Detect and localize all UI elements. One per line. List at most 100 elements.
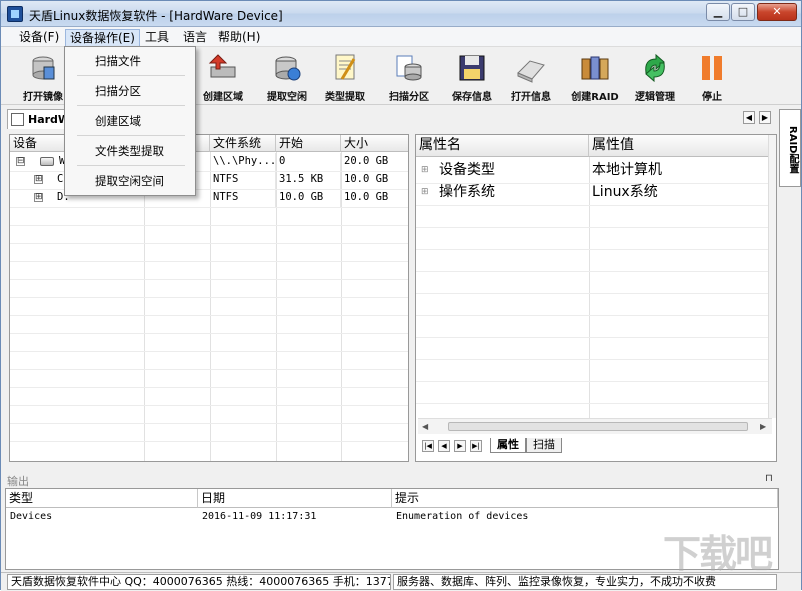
raid-config-side-tab[interactable]: RAID配置	[779, 109, 801, 187]
app-icon	[7, 6, 23, 22]
column-header-start[interactable]: 开始	[276, 135, 341, 152]
column-header-property-value[interactable]: 属性值	[589, 135, 769, 157]
scan-partition-icon	[396, 55, 422, 81]
output-date-cell: 2016-11-09 11:17:31	[202, 511, 317, 522]
menu-separator	[77, 165, 185, 166]
output-message-cell: Enumeration of devices	[396, 511, 529, 522]
open-info-icon	[517, 60, 545, 83]
row-divider	[10, 279, 408, 280]
menu-device[interactable]: 设备(F)	[15, 29, 63, 47]
property-value-cell: 本地计算机	[592, 162, 662, 178]
pin-icon[interactable]: ⊓	[765, 473, 773, 484]
column-header-type[interactable]: 类型	[6, 489, 198, 508]
menu-device-operations[interactable]: 设备操作(E)	[65, 29, 140, 47]
stop-icon	[702, 56, 722, 80]
tab-properties[interactable]: 属性	[490, 438, 526, 453]
horizontal-scrollbar[interactable]: ◀ ▶	[418, 418, 772, 434]
menu-help[interactable]: 帮助(H)	[214, 29, 264, 47]
next-tab-icon[interactable]: ▶	[454, 440, 466, 452]
create-raid-button[interactable]: 创建RAID	[567, 50, 623, 103]
vertical-scrollbar[interactable]	[768, 135, 776, 418]
row-divider	[10, 369, 408, 370]
start-cell: 0	[276, 153, 341, 171]
open-image-label: 打开镜像	[23, 92, 63, 103]
menu-item-create-region[interactable]: 创建区域	[67, 109, 193, 133]
type-extract-button[interactable]: 类型提取	[317, 50, 373, 103]
close-button[interactable]: ✕	[757, 3, 797, 21]
row-divider	[416, 249, 776, 250]
type-extract-label: 类型提取	[325, 92, 365, 103]
tab-next-arrow-icon[interactable]: ▶	[759, 111, 771, 124]
open-image-button[interactable]: 打开镜像	[15, 50, 71, 103]
watermark-logo: 下载吧	[663, 532, 773, 576]
minimize-button[interactable]: ▁	[706, 3, 730, 21]
row-divider	[416, 337, 776, 338]
menu-item-scan-partition[interactable]: 扫描分区	[67, 79, 193, 103]
menu-tools[interactable]: 工具	[141, 29, 173, 47]
expand-icon[interactable]: ⊞	[34, 175, 43, 184]
menu-language[interactable]: 语言	[179, 29, 211, 47]
table-row[interactable]: ⊞ 操作系统 Linux系统	[416, 183, 776, 201]
row-divider	[416, 183, 776, 184]
row-divider	[416, 403, 776, 404]
save-info-button[interactable]: 保存信息	[444, 50, 500, 103]
title-bar: 天盾Linux数据恢复软件 - [HardWare Device] ▁ □ ✕	[1, 1, 801, 27]
create-region-button[interactable]: 创建区域	[195, 50, 251, 103]
property-node-icon: ⊞	[421, 187, 429, 197]
row-divider	[416, 227, 776, 228]
disk-image-icon	[32, 56, 55, 80]
size-cell: 10.0 GB	[341, 189, 408, 207]
row-divider	[10, 315, 408, 316]
open-info-label: 打开信息	[511, 92, 551, 103]
logic-manage-button[interactable]: 逻辑管理	[627, 50, 683, 103]
scan-partition-button[interactable]: 扫描分区	[381, 50, 437, 103]
extract-free-button[interactable]: 提取空闲	[259, 50, 315, 103]
column-header-date[interactable]: 日期	[198, 489, 392, 508]
scroll-thumb[interactable]	[448, 422, 748, 431]
create-region-label: 创建区域	[203, 92, 243, 103]
tab-scan[interactable]: 扫描	[526, 438, 562, 453]
menu-separator	[77, 105, 185, 106]
row-divider	[416, 315, 776, 316]
menu-item-file-type-extract[interactable]: 文件类型提取	[67, 139, 193, 163]
menu-item-extract-free-space[interactable]: 提取空闲空间	[67, 169, 193, 193]
window-title: 天盾Linux数据恢复软件 - [HardWare Device]	[29, 9, 283, 23]
row-divider	[416, 359, 776, 360]
document-tab[interactable]: HardW	[7, 109, 70, 129]
property-sub-tabs: |◀ ◀ ▶ ▶| 属性 扫描	[418, 437, 772, 455]
scan-partition-label: 扫描分区	[389, 92, 429, 103]
app-window: 天盾Linux数据恢复软件 - [HardWare Device] ▁ □ ✕ …	[0, 0, 802, 591]
expand-icon[interactable]: ⊞	[34, 193, 43, 202]
property-node-icon: ⊞	[421, 165, 429, 175]
table-row[interactable]: ⊞ 设备类型 本地计算机	[416, 161, 776, 179]
open-info-button[interactable]: 打开信息	[503, 50, 559, 103]
type-extract-icon	[335, 54, 356, 80]
prev-tab-icon[interactable]: ◀	[438, 440, 450, 452]
stop-button[interactable]: 停止	[684, 50, 740, 103]
output-type-cell: Devices	[10, 511, 53, 522]
row-divider	[10, 225, 408, 226]
column-header-message[interactable]: 提示	[392, 489, 778, 508]
start-cell: 10.0 GB	[276, 189, 341, 207]
row-divider	[10, 441, 408, 442]
column-header-size[interactable]: 大小	[341, 135, 408, 152]
menu-item-scan-files[interactable]: 扫描文件	[67, 49, 193, 73]
save-floppy-icon	[459, 55, 485, 81]
last-tab-icon[interactable]: ▶|	[470, 440, 482, 452]
hard-disk-icon	[40, 157, 54, 166]
column-header-property-name[interactable]: 属性名	[416, 135, 589, 157]
scroll-left-arrow-icon[interactable]: ◀	[422, 422, 428, 431]
row-divider	[416, 205, 776, 206]
row-divider	[10, 297, 408, 298]
document-icon	[11, 113, 24, 126]
tab-prev-arrow-icon[interactable]: ◀	[743, 111, 755, 124]
filesystem-cell: \\.\Phy...	[210, 153, 276, 171]
first-tab-icon[interactable]: |◀	[422, 440, 434, 452]
column-header-filesystem[interactable]: 文件系统	[210, 135, 276, 152]
row-divider	[10, 423, 408, 424]
filesystem-cell: NTFS	[210, 171, 276, 189]
collapse-icon[interactable]: ⊟	[16, 157, 25, 166]
row-divider	[10, 351, 408, 352]
scroll-right-arrow-icon[interactable]: ▶	[760, 422, 766, 431]
maximize-button[interactable]: □	[731, 3, 755, 21]
